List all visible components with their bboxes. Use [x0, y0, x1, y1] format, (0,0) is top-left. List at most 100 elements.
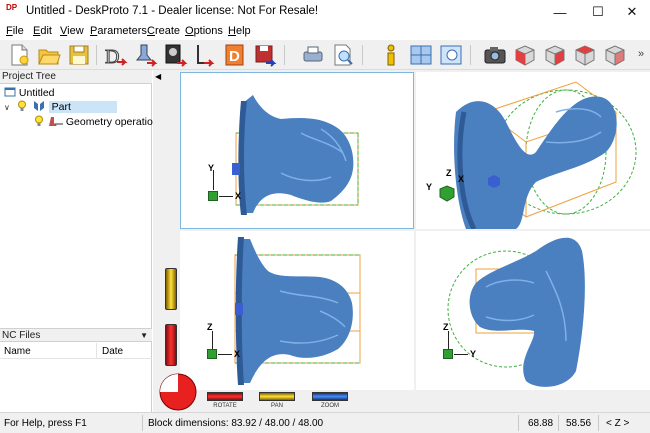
view-cube-red-icon[interactable]: [512, 42, 538, 68]
column-date[interactable]: Date: [102, 346, 123, 357]
rotate-slider[interactable]: [207, 392, 243, 401]
menu-parameters[interactable]: Parameters: [90, 25, 147, 37]
axis-label-y: Y: [470, 349, 477, 359]
print-icon[interactable]: [300, 42, 326, 68]
rotate-y-slider[interactable]: [165, 324, 177, 366]
four-views-icon[interactable]: [408, 42, 434, 68]
viewport-top-right[interactable]: Z Y X: [416, 72, 650, 229]
operation-icon: [48, 117, 63, 126]
toolbar-overflow-button[interactable]: »: [638, 48, 644, 60]
new-file-icon[interactable]: [6, 42, 32, 68]
axis-label-z: Z: [443, 322, 449, 332]
pan-label: PAN: [271, 403, 283, 409]
pan-slider[interactable]: [259, 392, 295, 401]
toolbar-separator: [284, 45, 285, 65]
save-nc-icon[interactable]: [252, 42, 278, 68]
viewport-bottom-right[interactable]: Z Y: [416, 231, 650, 390]
menu-options[interactable]: Options: [185, 25, 223, 37]
svg-text:D: D: [105, 46, 119, 68]
axis-label-x: X: [458, 174, 465, 184]
axis-origin-icon: [439, 185, 455, 202]
axis-origin-icon: [208, 191, 218, 201]
tree-operation-label: Geometry operation: [65, 116, 159, 128]
menu-help[interactable]: Help: [228, 25, 251, 37]
status-axis: < Z >: [606, 418, 630, 429]
lightbulb-icon[interactable]: [17, 100, 27, 112]
maximize-button[interactable]: ☐: [580, 0, 616, 24]
define-design-icon[interactable]: D: [222, 42, 248, 68]
axis-label-y: Y: [426, 182, 433, 192]
chevron-down-icon[interactable]: ▼: [140, 329, 148, 342]
zoom-slider[interactable]: [312, 392, 348, 401]
project-icon: [4, 87, 16, 97]
view-cube-side-icon[interactable]: [572, 42, 598, 68]
viewport-top-left[interactable]: Y X: [180, 72, 414, 229]
open-folder-icon[interactable]: [36, 42, 62, 68]
save-icon[interactable]: [66, 42, 92, 68]
menu-file[interactable]: File: [6, 25, 24, 37]
toolbar: D D »: [0, 40, 650, 70]
axis-label-x: X: [234, 349, 241, 359]
tree-item-operation[interactable]: Geometry operation: [34, 115, 159, 129]
title-bar: DP Untitled - DeskProto 7.1 - Dealer lic…: [0, 0, 650, 24]
tree-root-label: Untitled: [18, 87, 55, 99]
minimize-button[interactable]: —: [542, 0, 578, 24]
project-tree-header: Project Tree: [0, 70, 152, 84]
axis-origin-icon: [443, 349, 453, 359]
collapse-panel-button[interactable]: ◀: [155, 72, 165, 82]
tree-part-label: Part: [48, 101, 117, 113]
define-bitmap-icon[interactable]: [162, 42, 188, 68]
tree-item-part[interactable]: ∨ Part: [4, 100, 150, 114]
status-separator: [518, 415, 519, 431]
model-view-side: [447, 237, 585, 387]
axis-label-y: Y: [208, 163, 215, 173]
nc-files-column-header: Name Date: [0, 343, 152, 359]
toolbar-separator: [96, 45, 97, 65]
zoom-label: ZOOM: [321, 403, 339, 409]
app-logo-icon: DP: [6, 3, 18, 12]
status-help-text: For Help, press F1: [4, 418, 87, 429]
viewport-bottom-left[interactable]: Z X: [180, 231, 414, 390]
nc-files-header: NC Files ▼: [0, 328, 152, 342]
nc-files-title: NC Files: [2, 330, 41, 341]
print-preview-icon[interactable]: [330, 42, 356, 68]
axis-x-line: [218, 354, 232, 355]
lightbulb-icon[interactable]: [34, 115, 44, 127]
menu-view[interactable]: View: [60, 25, 84, 37]
define-operation-icon[interactable]: [132, 42, 158, 68]
define-part-icon[interactable]: D: [102, 42, 128, 68]
view-cube-front-icon[interactable]: [542, 42, 568, 68]
model-view-top: [234, 237, 361, 385]
status-separator: [598, 415, 599, 431]
zoom-window-icon[interactable]: [438, 42, 464, 68]
svg-text:D: D: [229, 48, 240, 65]
column-divider[interactable]: [96, 343, 97, 359]
column-name[interactable]: Name: [4, 346, 31, 357]
status-separator: [142, 415, 143, 431]
tree-item-root[interactable]: Untitled: [4, 86, 55, 100]
left-panel: Project Tree Untitled ∨ Part Geometry op…: [0, 70, 159, 412]
camera-icon[interactable]: [482, 42, 508, 68]
view-cube-iso-icon[interactable]: [602, 42, 628, 68]
info-icon[interactable]: [378, 42, 404, 68]
axis-z-line: [212, 331, 213, 349]
toolbar-separator: [470, 45, 471, 65]
axis-z-line: [448, 331, 449, 349]
axis-origin-icon: [207, 349, 217, 359]
close-button[interactable]: ✕: [614, 0, 650, 24]
status-value-1: 68.88: [528, 418, 554, 429]
model-view-iso: [454, 81, 637, 229]
menu-create[interactable]: Create: [147, 25, 180, 37]
axis-label-z: Z: [446, 168, 452, 178]
axis-x-line: [219, 196, 233, 197]
rotate-label: ROTATE: [213, 403, 237, 409]
define-vector-icon[interactable]: [192, 42, 218, 68]
pan-y-slider[interactable]: [165, 268, 177, 310]
menu-bar: File Edit View Parameters Create Options…: [0, 24, 650, 40]
status-value-2: 58.56: [566, 418, 592, 429]
status-block-dimensions: Block dimensions: 83.92 / 48.00 / 48.00: [148, 418, 324, 429]
status-bar: For Help, press F1 Block dimensions: 83.…: [0, 412, 650, 433]
menu-edit[interactable]: Edit: [33, 25, 52, 37]
rotate-dial-icon[interactable]: [158, 372, 198, 412]
chevron-down-icon[interactable]: ∨: [4, 103, 10, 112]
